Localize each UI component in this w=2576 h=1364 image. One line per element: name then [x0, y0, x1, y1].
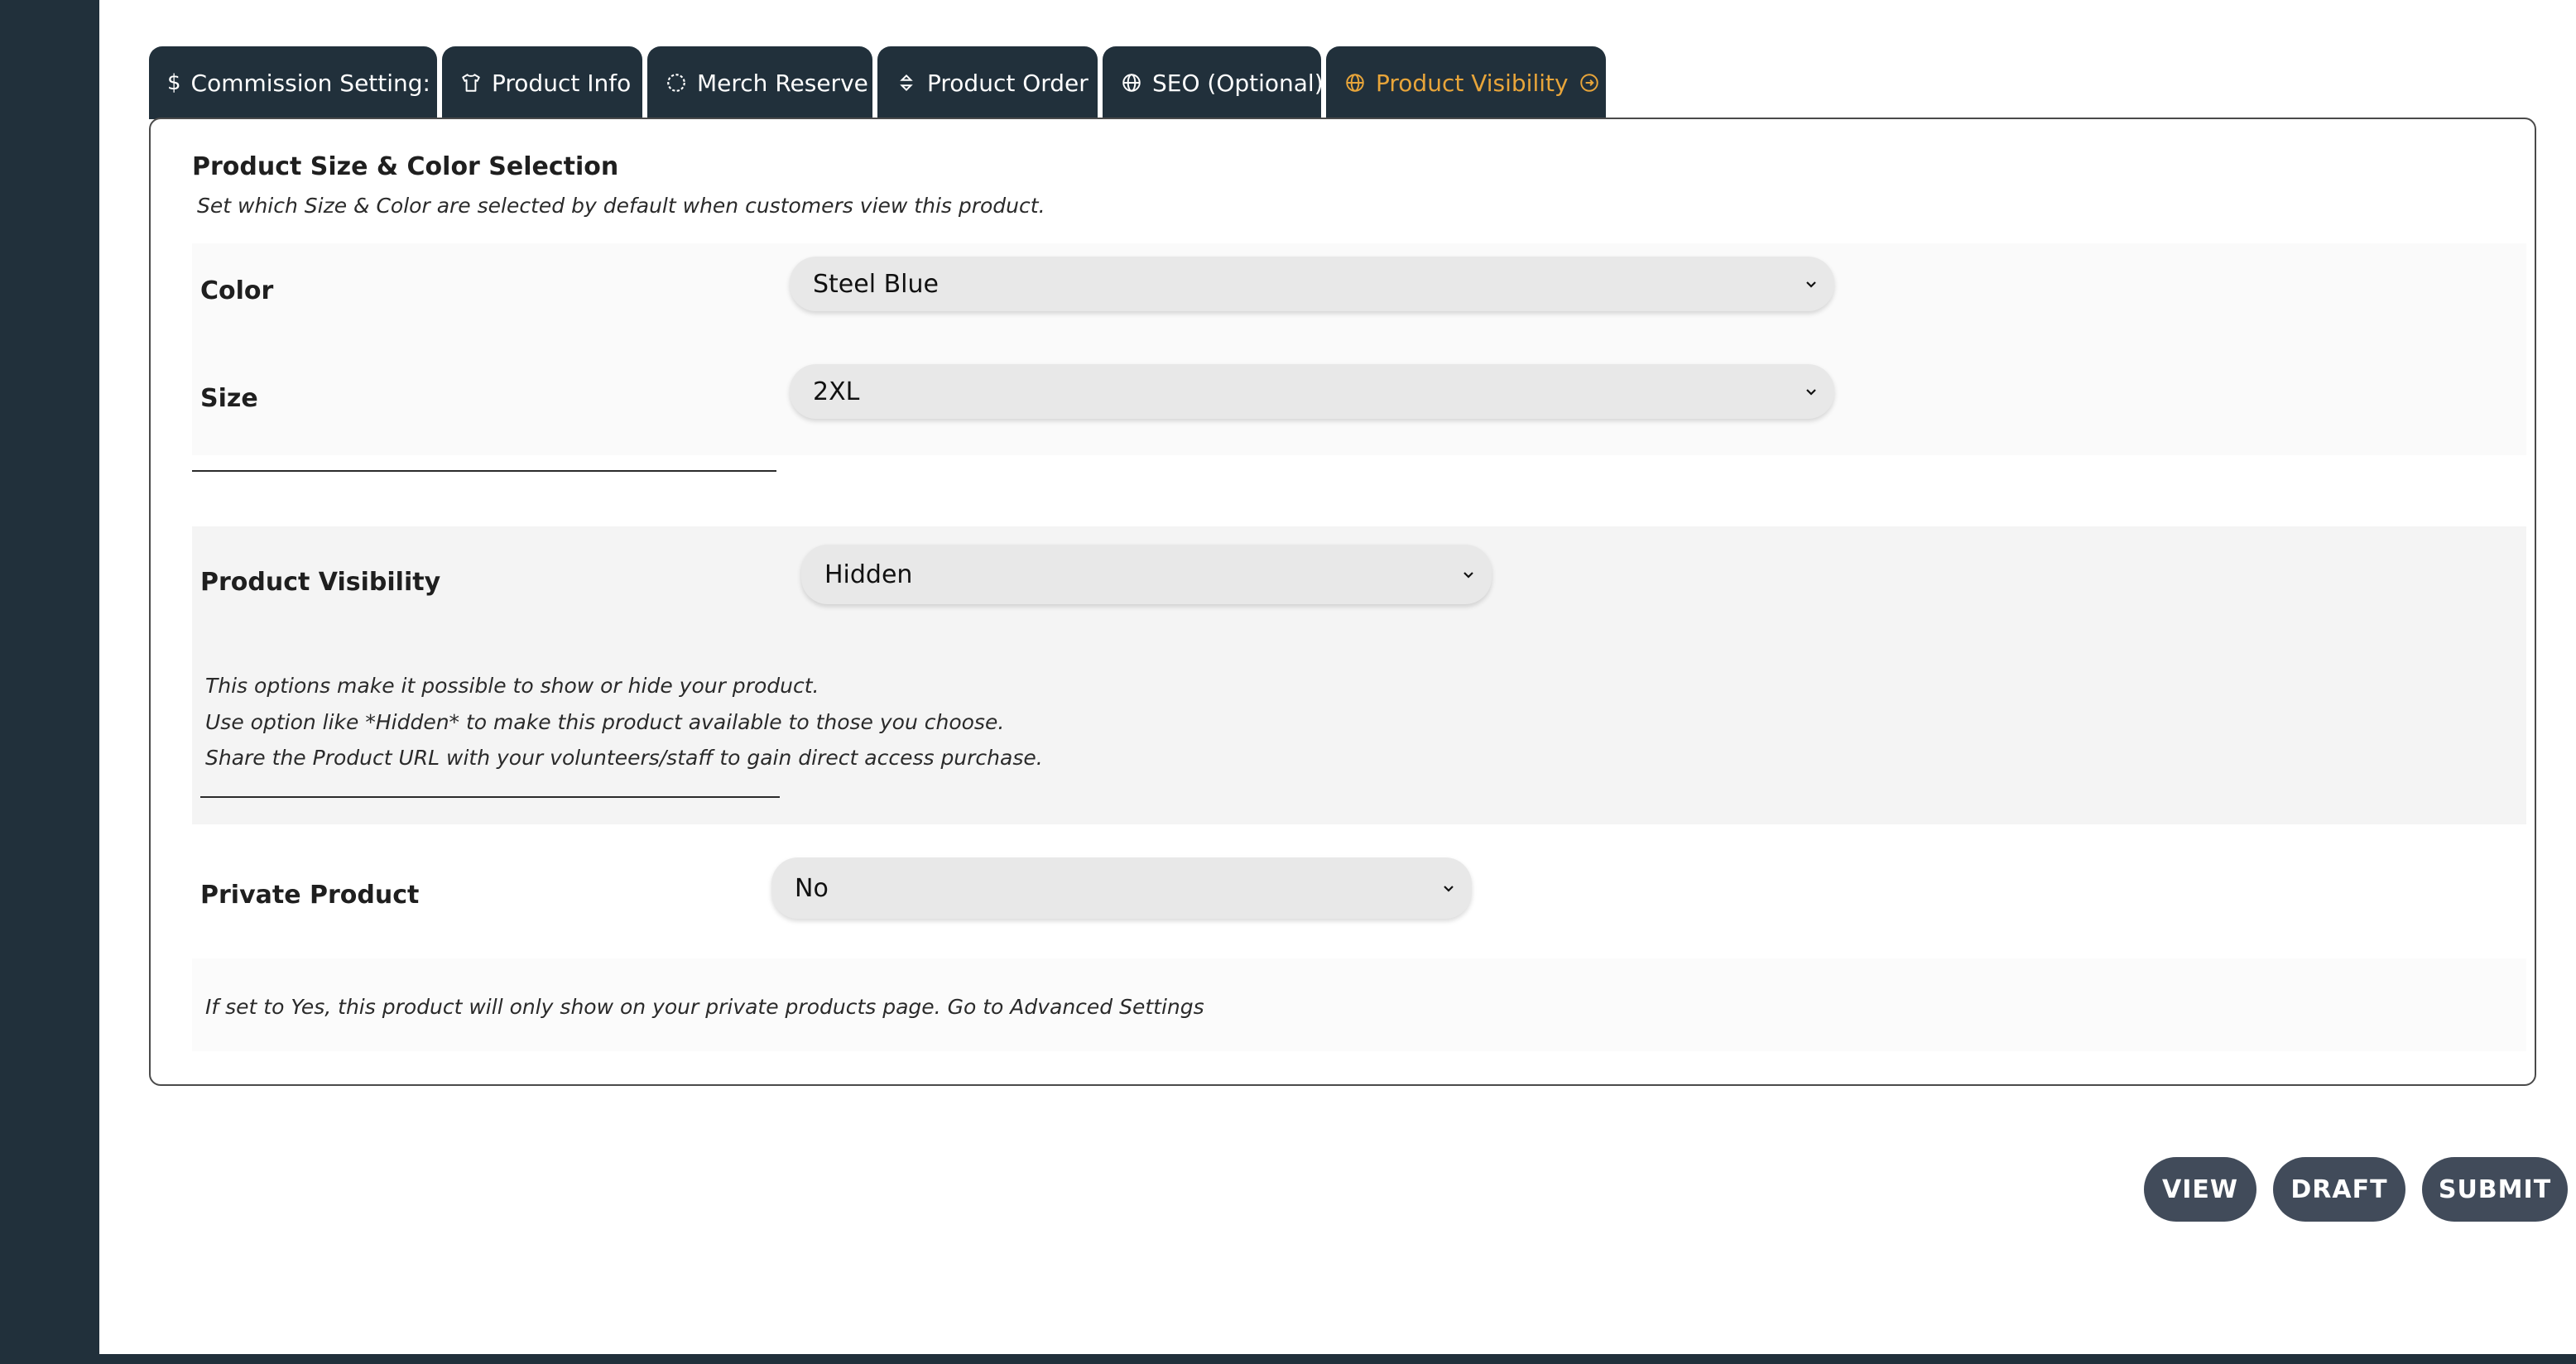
- chevron-down-icon: [1463, 572, 1473, 579]
- size-label: Size: [200, 384, 258, 413]
- tab-merch-reserve[interactable]: Merch Reserve: [647, 46, 872, 119]
- tab-label: Product Info: [492, 69, 632, 97]
- private-product-note-text: If set to Yes, this product will only sh…: [205, 995, 941, 1019]
- section-description: Set which Size & Color are selected by d…: [197, 194, 1045, 218]
- arrow-circle-right-icon: [1579, 74, 1598, 92]
- size-color-area: Color Steel Blue Size 2XL: [192, 243, 2526, 455]
- advanced-settings-link[interactable]: Go to Advanced Settings: [948, 995, 1204, 1019]
- tab-product-visibility[interactable]: Product Visibility: [1326, 46, 1606, 119]
- color-select[interactable]: Steel Blue: [790, 257, 1834, 311]
- visibility-label: Product Visibility: [200, 568, 441, 597]
- visibility-area: Product Visibility Hidden This options m…: [192, 526, 2526, 824]
- private-product-select-value: No: [795, 873, 829, 903]
- size-select[interactable]: 2XL: [790, 364, 1834, 419]
- draft-button[interactable]: DRAFT: [2273, 1157, 2405, 1222]
- private-product-note-area: If set to Yes, this product will only sh…: [192, 958, 2526, 1051]
- private-product-label: Private Product: [200, 881, 420, 910]
- tshirt-icon: [462, 74, 480, 92]
- globe-icon: [1346, 74, 1364, 92]
- tab-product-order[interactable]: Product Order: [877, 46, 1098, 119]
- tab-product-info[interactable]: Product Info: [442, 46, 642, 119]
- tab-label: Merch Reserve: [697, 69, 868, 97]
- private-product-select[interactable]: No: [771, 857, 1472, 919]
- tab-label: Product Visibility: [1376, 69, 1569, 97]
- color-select-value: Steel Blue: [813, 269, 939, 299]
- chevron-down-icon: [1806, 389, 1816, 396]
- left-sidebar: [0, 0, 99, 1364]
- visibility-select-value: Hidden: [824, 560, 913, 589]
- section-title: Product Size & Color Selection: [192, 152, 619, 181]
- tab-label: Product Order: [927, 69, 1089, 97]
- tab-label: Commission Setting:: [190, 69, 430, 97]
- tab-label: SEO (Optional): [1152, 69, 1324, 97]
- globe-icon: [1122, 74, 1141, 92]
- chevron-down-icon: [1444, 886, 1454, 892]
- divider: [200, 796, 780, 798]
- private-product-note: If set to Yes, this product will only sh…: [205, 995, 1204, 1019]
- tab-bar: $ Commission Setting: Product Info Merch…: [149, 46, 1606, 119]
- visibility-note: Share the Product URL with your voluntee…: [205, 746, 1043, 770]
- spinner-icon: [667, 74, 685, 92]
- visibility-note: Use option like *Hidden* to make this pr…: [205, 710, 1005, 734]
- tab-seo[interactable]: SEO (Optional): [1103, 46, 1324, 119]
- divider: [192, 470, 776, 472]
- color-label: Color: [200, 276, 274, 305]
- sort-icon: [900, 74, 913, 92]
- submit-button[interactable]: SUBMIT: [2422, 1157, 2568, 1222]
- size-select-value: 2XL: [813, 377, 860, 406]
- bottom-bar: [0, 1354, 2576, 1364]
- tab-commission-setting[interactable]: $ Commission Setting:: [149, 46, 437, 119]
- visibility-note: This options make it possible to show or…: [205, 674, 819, 698]
- product-visibility-panel: Product Size & Color Selection Set which…: [149, 118, 2536, 1086]
- dollar-icon: $: [167, 70, 181, 95]
- view-button[interactable]: VIEW: [2144, 1157, 2256, 1222]
- visibility-select[interactable]: Hidden: [801, 545, 1492, 604]
- chevron-down-icon: [1806, 281, 1816, 288]
